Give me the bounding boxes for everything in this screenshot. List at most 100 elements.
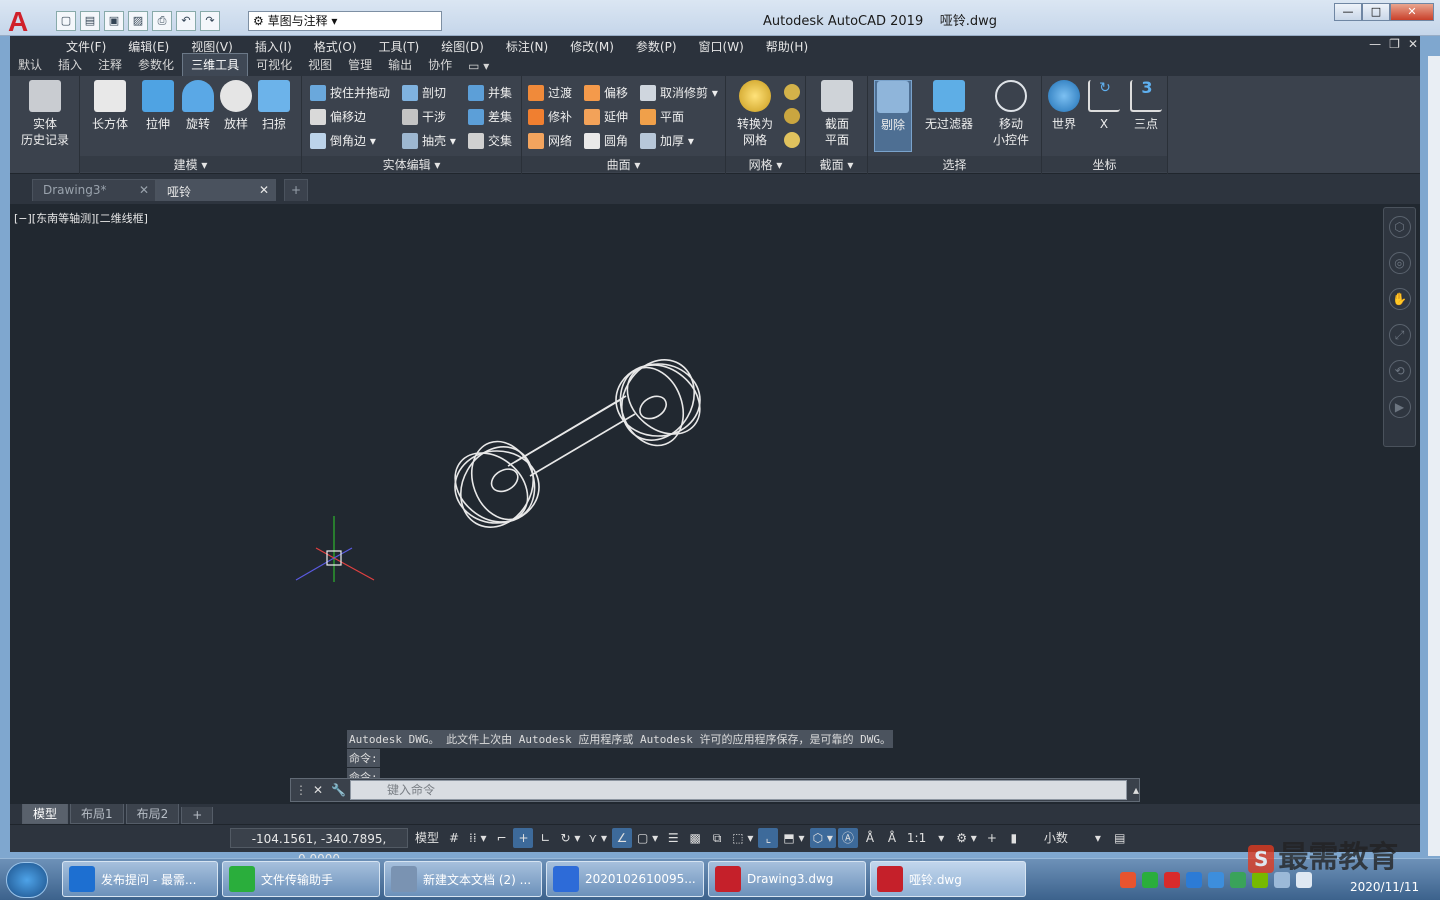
doc-tab-dumbbell[interactable]: 哑铃 ✕ [156, 179, 276, 201]
offset-edge-button[interactable]: 偏移边 [310, 108, 366, 125]
three-point-ucs-button[interactable]: 3 三点 [1128, 80, 1164, 132]
tab-annotate[interactable]: 注释 [90, 54, 130, 76]
intersect-button[interactable]: 交集 [468, 132, 512, 149]
tab-parametric[interactable]: 参数化 [130, 54, 182, 76]
solid-history-button[interactable]: 实体 历史记录 [16, 80, 74, 148]
surface-panel-label[interactable]: 曲面 ▾ [522, 156, 725, 172]
surface-offset-button[interactable]: 偏移 [584, 84, 628, 101]
mesh-panel-label[interactable]: 网格 ▾ [726, 156, 805, 172]
world-ucs-button[interactable]: 世界 [1046, 80, 1082, 132]
annotation-visibility-icon[interactable]: Ⓐ [837, 828, 858, 848]
add-layout-button[interactable]: + [181, 807, 214, 824]
annotation-scale-icon[interactable]: Å [882, 828, 902, 848]
box-button[interactable]: 长方体 [90, 80, 130, 132]
orbit-icon[interactable]: ⟲ [1388, 360, 1411, 382]
mesh-tool-1-button[interactable] [784, 84, 800, 100]
tab-visualize[interactable]: 可视化 [248, 54, 300, 76]
infer-icon[interactable]: ⌐ [491, 828, 511, 848]
ime-icon[interactable] [1120, 872, 1136, 888]
chamfer-edge-button[interactable]: 倒角边 ▾ [310, 132, 376, 149]
drive-icon[interactable] [1230, 872, 1246, 888]
taskbar-item-wechat[interactable]: 文件传输助手 [222, 861, 380, 897]
open-icon[interactable]: ▤ [80, 11, 100, 31]
menu-format[interactable]: 格式(O) [302, 38, 367, 55]
save-as-icon[interactable]: ▨ [128, 11, 148, 31]
viewport-controls-label[interactable]: [−][东南等轴测][二维线框] [14, 210, 148, 226]
selection-cycling-icon[interactable]: ⧉ [707, 828, 727, 848]
units-icon[interactable]: ▮ [1004, 828, 1024, 848]
tab-output[interactable]: 输出 [380, 54, 420, 76]
command-history-toggle-icon[interactable]: ▴ [1133, 783, 1139, 797]
section-panel-label[interactable]: 截面 ▾ [806, 156, 867, 172]
menu-draw[interactable]: 绘图(D) [429, 38, 494, 55]
snap-icon[interactable]: ⁞⁞ ▾ [466, 828, 489, 848]
move-gizmo-button[interactable]: 移动 小控件 [984, 80, 1038, 148]
auto-scale-icon[interactable]: Å [860, 828, 880, 848]
ribbon-minimize-icon[interactable]: ▭ ▾ [460, 57, 497, 76]
extend-button[interactable]: 延伸 [584, 108, 628, 125]
taskbar-item-drawing3[interactable]: Drawing3.dwg [708, 861, 866, 897]
grip-icon[interactable]: ⋮ [295, 783, 307, 797]
polar-icon[interactable]: ↻ ▾ [557, 828, 583, 848]
redo-icon[interactable]: ↷ [200, 11, 220, 31]
model-space-button[interactable]: 模型 [412, 828, 442, 848]
weibo-icon[interactable] [1164, 872, 1180, 888]
doc-minimize-icon[interactable]: — [1369, 37, 1381, 51]
drawing-canvas[interactable] [10, 204, 1420, 804]
pan-icon[interactable]: ✋ [1388, 288, 1411, 310]
maximize-button[interactable]: □ [1362, 3, 1390, 21]
sweep-button[interactable]: 扫掠 [254, 80, 294, 132]
shell-button[interactable]: 抽壳 ▾ [402, 132, 456, 149]
tab-default[interactable]: 默认 [10, 54, 50, 76]
3d-osnap-icon[interactable]: ⬚ ▾ [729, 828, 756, 848]
new-tab-button[interactable]: + [284, 179, 308, 201]
subtract-button[interactable]: 差集 [468, 108, 512, 125]
menu-file[interactable]: 文件(F) [54, 38, 116, 55]
save-icon[interactable]: ▣ [104, 11, 124, 31]
close-tab-icon[interactable]: ✕ [139, 183, 149, 197]
tab-layout1[interactable]: 布局1 [70, 804, 124, 824]
print-icon[interactable]: ⎙ [152, 11, 172, 31]
interfere-button[interactable]: 干涉 [402, 108, 446, 125]
grid-icon[interactable]: # [444, 828, 464, 848]
loft-button[interactable]: 放样 [216, 80, 256, 132]
taskbar-item-browser[interactable]: 发布提问 - 最需... [62, 861, 218, 897]
tab-collaborate[interactable]: 协作 [420, 54, 460, 76]
tab-layout2[interactable]: 布局2 [125, 804, 180, 824]
tab-3d-tools[interactable]: 三维工具 [182, 53, 249, 76]
ortho-icon[interactable]: ∟ [535, 828, 555, 848]
menu-edit[interactable]: 编辑(E) [116, 38, 179, 55]
customize-wrench-icon[interactable]: 🔧 [331, 783, 346, 797]
window-scrollbar[interactable] [1428, 56, 1440, 856]
object-snap-icon[interactable]: ▢ ▾ [634, 828, 661, 848]
doc-close-icon[interactable]: ✕ [1408, 37, 1418, 51]
taskbar-item-dumbbell[interactable]: 哑铃.dwg [870, 861, 1026, 897]
tab-insert[interactable]: 插入 [50, 54, 90, 76]
menu-parametric[interactable]: 参数(P) [624, 38, 687, 55]
menu-dimension[interactable]: 标注(N) [494, 38, 558, 55]
doc-tab-drawing3[interactable]: Drawing3* ✕ [32, 179, 156, 201]
doc-restore-icon[interactable]: ❐ [1389, 37, 1400, 51]
dynamic-ucs-icon[interactable]: ⌞ [758, 828, 779, 848]
object-snap-tracking-icon[interactable]: ∠ [612, 828, 633, 848]
units-dropdown-icon[interactable]: ▾ [1088, 828, 1108, 848]
gizmo-icon[interactable]: ⬡ ▾ [809, 828, 836, 848]
dynamic-input-icon[interactable]: + [513, 828, 534, 848]
mesh-tool-3-button[interactable] [784, 132, 800, 148]
solid-edit-panel-label[interactable]: 实体编辑 ▾ [302, 156, 521, 172]
network-button[interactable]: 网络 [528, 132, 572, 149]
patch-button[interactable]: 修补 [528, 108, 572, 125]
revolve-button[interactable]: 旋转 [178, 80, 218, 132]
menu-modify[interactable]: 修改(M) [558, 38, 624, 55]
presspull-button[interactable]: 按住并拖动 [310, 84, 390, 101]
selection-filter-icon[interactable]: ⬒ ▾ [780, 828, 807, 848]
tab-model[interactable]: 模型 [22, 804, 69, 824]
steering-wheel-icon[interactable]: ◎ [1388, 252, 1411, 274]
culling-button[interactable]: 剔除 [874, 80, 912, 152]
undo-icon[interactable]: ↶ [176, 11, 196, 31]
modeling-panel-label[interactable]: 建模 ▾ [80, 156, 301, 172]
minimize-button[interactable]: — [1334, 3, 1362, 21]
network-icon[interactable] [1208, 872, 1224, 888]
menu-help[interactable]: 帮助(H) [754, 38, 818, 55]
close-tab-icon[interactable]: ✕ [259, 183, 269, 197]
